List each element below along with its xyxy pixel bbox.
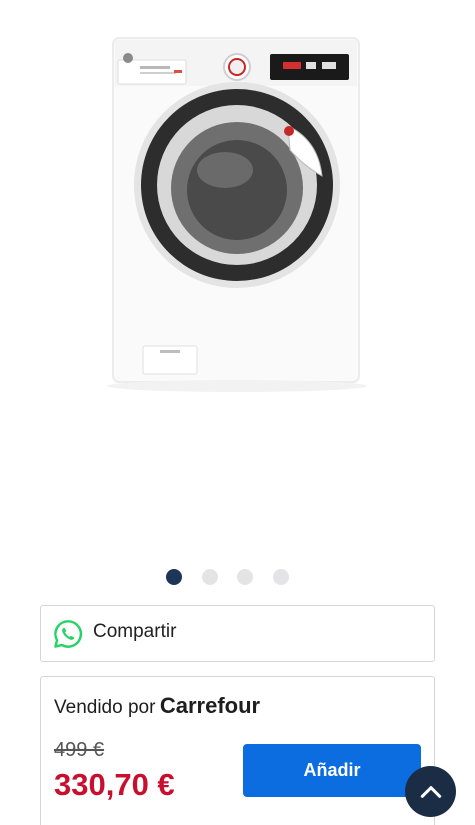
- scroll-to-top-button[interactable]: [405, 766, 456, 817]
- seller-info: Vendido por Carrefour: [54, 693, 260, 719]
- gallery-dot-3[interactable]: [237, 569, 253, 585]
- chevron-up-icon: [420, 785, 441, 798]
- current-price: 330,70 €: [54, 767, 175, 802]
- whatsapp-icon: [54, 620, 83, 648]
- purchase-card: Vendido por Carrefour 499 € 330,70 € Aña…: [40, 676, 435, 825]
- old-price: 499 €: [54, 739, 105, 761]
- product-image: [107, 37, 367, 392]
- gallery-dot-4[interactable]: [273, 569, 289, 585]
- product-image-gallery[interactable]: [0, 0, 475, 555]
- gallery-pagination: [0, 569, 475, 585]
- gallery-dot-1[interactable]: [166, 569, 182, 585]
- seller-prefix: Vendido por: [54, 697, 156, 718]
- gallery-dot-2[interactable]: [202, 569, 218, 585]
- seller-name[interactable]: Carrefour: [160, 693, 260, 718]
- share-button[interactable]: Compartir: [40, 605, 435, 662]
- share-label: Compartir: [93, 621, 177, 642]
- add-to-cart-button[interactable]: Añadir: [243, 744, 421, 797]
